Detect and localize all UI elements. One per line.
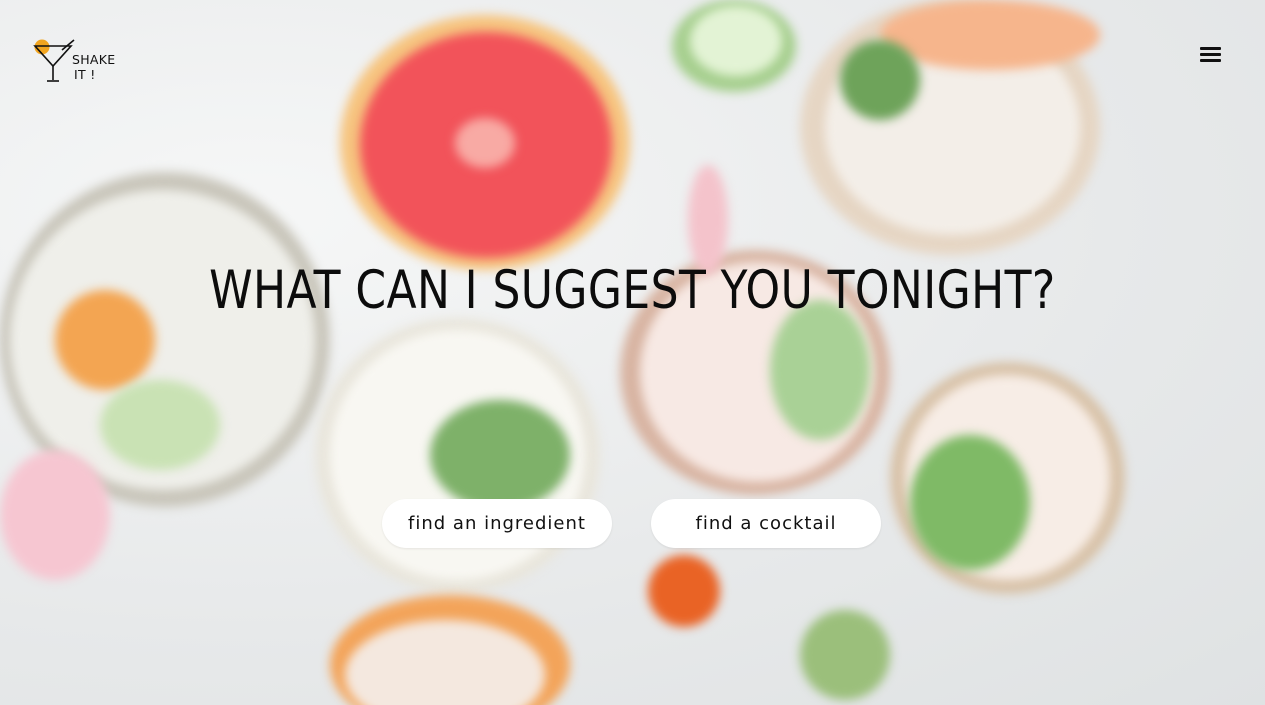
- menu-bar: [1200, 53, 1221, 56]
- find-cocktail-button[interactable]: find a cocktail: [651, 499, 881, 548]
- brand-name: SHAKE IT !: [72, 52, 115, 82]
- hero-background: [0, 0, 1265, 705]
- brand-name-line1: SHAKE: [72, 52, 116, 67]
- brand-name-line2: IT !: [74, 67, 96, 82]
- menu-bar: [1200, 47, 1221, 50]
- find-ingredient-button[interactable]: find an ingredient: [382, 499, 612, 548]
- menu-bar: [1200, 59, 1221, 62]
- brand-logo[interactable]: SHAKE IT !: [32, 36, 132, 88]
- hamburger-menu-icon[interactable]: [1196, 44, 1226, 66]
- hero-headline: WHAT CAN I SUGGEST YOU TONIGHT?: [209, 260, 1056, 321]
